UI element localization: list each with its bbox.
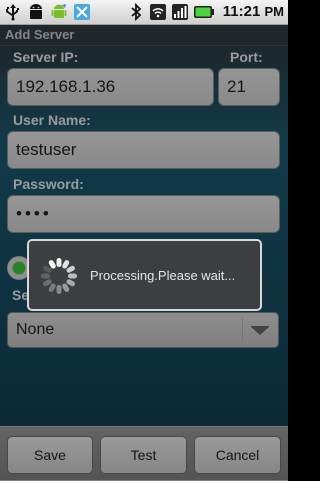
clock: 11:21 PM [222,3,284,20]
wifi-icon [149,4,166,20]
signal-icon [171,4,188,20]
button-bar: Save Test Cancel [0,426,288,481]
loading-spinner-icon [41,258,77,294]
android-debug-icon [30,4,42,19]
green-android-icon [51,4,67,18]
battery-icon [193,6,214,18]
progress-dialog: Processing.Please wait... [27,239,262,311]
status-bar: 11:21 PM [0,0,288,25]
test-button[interactable]: Test [100,436,187,474]
app-notification-icon [74,4,90,20]
usb-icon [6,4,19,21]
bluetooth-icon [131,3,142,21]
save-button[interactable]: Save [7,436,93,474]
dialog-message: Processing.Please wait... [90,268,236,283]
cancel-button[interactable]: Cancel [194,436,281,474]
